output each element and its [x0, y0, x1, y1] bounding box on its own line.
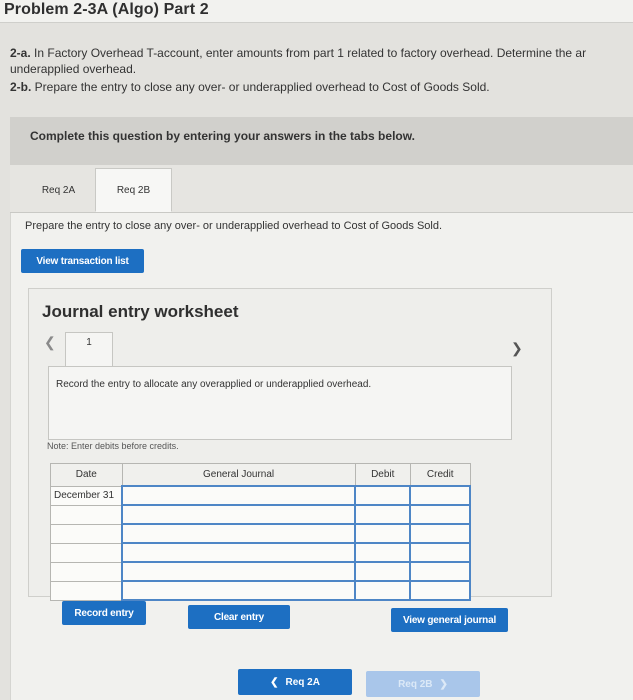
journal-table-header: Date General Journal Debit Credit: [50, 463, 471, 487]
date-cell[interactable]: [50, 561, 123, 582]
account-cell[interactable]: [121, 485, 357, 506]
instruction-2a-continued: underapplied overhead.: [10, 62, 137, 76]
view-general-journal-button[interactable]: View general journal: [391, 608, 508, 632]
debit-cell[interactable]: [354, 504, 412, 525]
table-row: [50, 542, 471, 563]
table-row: [50, 580, 471, 601]
account-cell[interactable]: [121, 561, 357, 582]
credit-cell[interactable]: [409, 523, 471, 544]
credit-column-header: Credit: [409, 463, 471, 487]
prev-req-label: Req 2A: [285, 676, 320, 688]
credit-cell[interactable]: [409, 542, 471, 563]
general-journal-column-header: General Journal: [121, 463, 356, 487]
tab-req-2a[interactable]: Req 2A: [20, 168, 97, 212]
entry-instruction-text: Record the entry to allocate any overapp…: [56, 379, 372, 390]
next-req-button[interactable]: Req 2B ❯: [366, 671, 480, 697]
entry-instruction-box: Record the entry to allocate any overapp…: [48, 366, 512, 440]
tab-req-2b-label: Req 2B: [116, 184, 151, 196]
credit-cell[interactable]: [409, 561, 471, 582]
account-cell[interactable]: [121, 542, 357, 563]
banner-text: Complete this question by entering your …: [30, 129, 415, 143]
entry-number-tab[interactable]: 1: [65, 332, 113, 367]
page-title: Problem 2-3A (Algo) Part 2: [4, 1, 209, 18]
credit-cell[interactable]: [409, 580, 471, 601]
date-column-header: Date: [50, 463, 123, 487]
instruction-2a: 2-a. In Factory Overhead T-account, ente…: [10, 46, 586, 60]
debit-cell[interactable]: [354, 561, 412, 582]
chevron-left-icon: ❮: [270, 676, 279, 688]
instruction-2b: 2-b. Prepare the entry to close any over…: [10, 80, 490, 94]
page-header: Problem 2-3A (Algo) Part 2: [0, 0, 633, 23]
chevron-right-icon[interactable]: ❯: [511, 340, 523, 357]
tab-req-2b[interactable]: Req 2B: [95, 168, 172, 212]
date-cell[interactable]: [50, 523, 123, 544]
account-cell[interactable]: [121, 523, 357, 544]
debit-cell[interactable]: [354, 485, 412, 506]
table-row: [50, 504, 471, 525]
date-cell[interactable]: December 31: [50, 485, 123, 506]
table-row: [50, 561, 471, 582]
worksheet-title: Journal entry worksheet: [42, 302, 239, 321]
instruction-2a-prefix: 2-a.: [10, 46, 31, 60]
date-cell[interactable]: [50, 542, 123, 563]
clear-entry-button[interactable]: Clear entry: [188, 605, 290, 629]
record-entry-button[interactable]: Record entry: [62, 601, 146, 625]
entry-note: Note: Enter debits before credits.: [47, 441, 179, 451]
date-cell[interactable]: [50, 580, 123, 601]
journal-table: Date General Journal Debit Credit Decemb…: [50, 463, 471, 601]
prev-req-button[interactable]: ❮ Req 2A: [238, 669, 352, 695]
debit-cell[interactable]: [354, 542, 412, 563]
debit-cell[interactable]: [354, 523, 412, 544]
account-cell[interactable]: [121, 504, 357, 525]
debit-column-header: Debit: [354, 463, 411, 487]
debit-cell[interactable]: [354, 580, 412, 601]
chevron-left-icon[interactable]: ❮: [44, 334, 56, 351]
date-cell[interactable]: [50, 504, 123, 525]
instruction-2b-prefix: 2-b.: [10, 80, 32, 94]
credit-cell[interactable]: [409, 485, 471, 506]
view-transaction-list-button[interactable]: View transaction list: [21, 249, 144, 273]
credit-cell[interactable]: [409, 504, 471, 525]
subquestion-text: Prepare the entry to close any over- or …: [25, 220, 443, 232]
next-req-label: Req 2B: [398, 678, 433, 690]
account-cell[interactable]: [121, 580, 357, 601]
table-row: [50, 523, 471, 544]
chevron-right-icon: ❯: [439, 678, 448, 690]
tab-req-2a-label: Req 2A: [41, 184, 76, 196]
instruction-2b-text: Prepare the entry to close any over- or …: [31, 80, 490, 94]
instruction-2a-text: In Factory Overhead T-account, enter amo…: [30, 46, 587, 60]
table-row: December 31: [50, 485, 471, 506]
question-banner: Complete this question by entering your …: [10, 117, 633, 165]
